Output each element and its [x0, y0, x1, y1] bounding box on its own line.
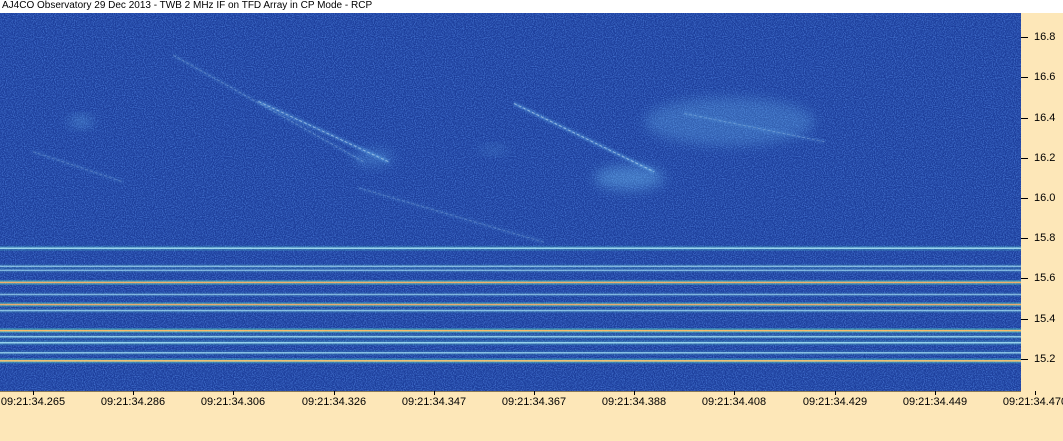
x-tick-label-3: 09:21:34.326	[301, 396, 367, 408]
y-tick-label-2: 16.4	[1034, 112, 1056, 124]
band-core-8	[0, 335, 1021, 338]
spectrogram-plot	[0, 13, 1021, 391]
y-tick-0	[1021, 37, 1028, 38]
band-core-10	[0, 351, 1021, 354]
band-hot-11	[0, 360, 1021, 362]
interference-band-8	[0, 334, 1021, 340]
burst-cloud-0	[69, 116, 94, 127]
x-tick-label-10: 09:21:34.470	[1002, 396, 1063, 408]
y-tick-label-6: 15.6	[1034, 272, 1056, 284]
x-tick-label-7: 09:21:34.408	[701, 396, 767, 408]
y-tick-2	[1021, 118, 1028, 119]
y-tick-5	[1021, 238, 1028, 239]
spectrogram-svg	[0, 13, 1021, 391]
band-core-4	[0, 293, 1021, 296]
x-axis-line	[0, 391, 1021, 392]
y-tick-3	[1021, 158, 1028, 159]
interference-band-3	[0, 279, 1021, 285]
x-axis: 09:21:34.265 09:21:34.286 09:21:34.306 09:2…	[0, 391, 1063, 441]
interference-band-2	[0, 267, 1021, 273]
x-tick-7	[734, 391, 735, 395]
y-tick-1	[1021, 77, 1028, 78]
interference-band-6	[0, 308, 1021, 314]
x-tick-9	[935, 391, 936, 395]
y-tick-8	[1021, 359, 1028, 360]
band-core-1	[0, 265, 1021, 268]
interference-band-5	[0, 302, 1021, 308]
x-tick-label-0: 09:21:34.265	[0, 396, 66, 408]
x-tick-label-8: 09:21:34.429	[802, 396, 868, 408]
interference-band-10	[0, 350, 1021, 356]
burst-cloud-1	[353, 149, 394, 166]
band-core-0	[0, 247, 1021, 250]
x-tick-3	[334, 391, 335, 395]
x-tick-5	[534, 391, 535, 395]
x-tick-label-6: 09:21:34.388	[601, 396, 667, 408]
y-tick-7	[1021, 319, 1028, 320]
band-hot-3	[0, 282, 1021, 283]
y-tick-label-1: 16.6	[1034, 71, 1056, 83]
x-tick-4	[434, 391, 435, 395]
x-tick-2	[233, 391, 234, 395]
x-tick-10	[1035, 391, 1036, 395]
band-core-2	[0, 269, 1021, 272]
y-tick-label-3: 16.2	[1034, 152, 1056, 164]
burst-cloud-3	[594, 165, 665, 190]
interference-band-7	[0, 328, 1021, 334]
x-tick-1	[133, 391, 134, 395]
x-tick-label-9: 09:21:34.449	[902, 396, 968, 408]
interference-band-0	[0, 245, 1021, 251]
y-tick-label-7: 15.4	[1034, 313, 1056, 325]
y-axis: 16.8 16.6 16.4 16.2 16.0 15.8 15.6 15.4 15.2	[1021, 13, 1063, 391]
band-hot-5	[0, 304, 1021, 305]
y-tick-label-8: 15.2	[1034, 353, 1056, 365]
band-hot-7	[0, 330, 1021, 332]
title-bar: AJ4CO Observatory 29 Dec 2013 - TWB 2 MH…	[0, 0, 1063, 13]
y-tick-label-0: 16.8	[1034, 31, 1056, 43]
y-tick-label-5: 15.8	[1034, 232, 1056, 244]
x-tick-label-2: 09:21:34.306	[200, 396, 266, 408]
band-core-6	[0, 309, 1021, 312]
x-tick-label-1: 09:21:34.286	[100, 396, 166, 408]
burst-cloud-2	[478, 145, 509, 154]
x-tick-8	[835, 391, 836, 395]
x-tick-0	[33, 391, 34, 395]
interference-band-9	[0, 340, 1021, 346]
interference-band-4	[0, 291, 1021, 297]
y-tick-6	[1021, 278, 1028, 279]
chart-title: AJ4CO Observatory 29 Dec 2013 - TWB 2 MH…	[2, 0, 373, 11]
x-tick-label-4: 09:21:34.347	[401, 396, 467, 408]
y-tick-label-4: 16.0	[1034, 192, 1056, 204]
x-tick-6	[634, 391, 635, 395]
band-core-9	[0, 341, 1021, 344]
y-tick-4	[1021, 198, 1028, 199]
x-tick-label-5: 09:21:34.367	[501, 396, 567, 408]
interference-band-11	[0, 358, 1021, 364]
